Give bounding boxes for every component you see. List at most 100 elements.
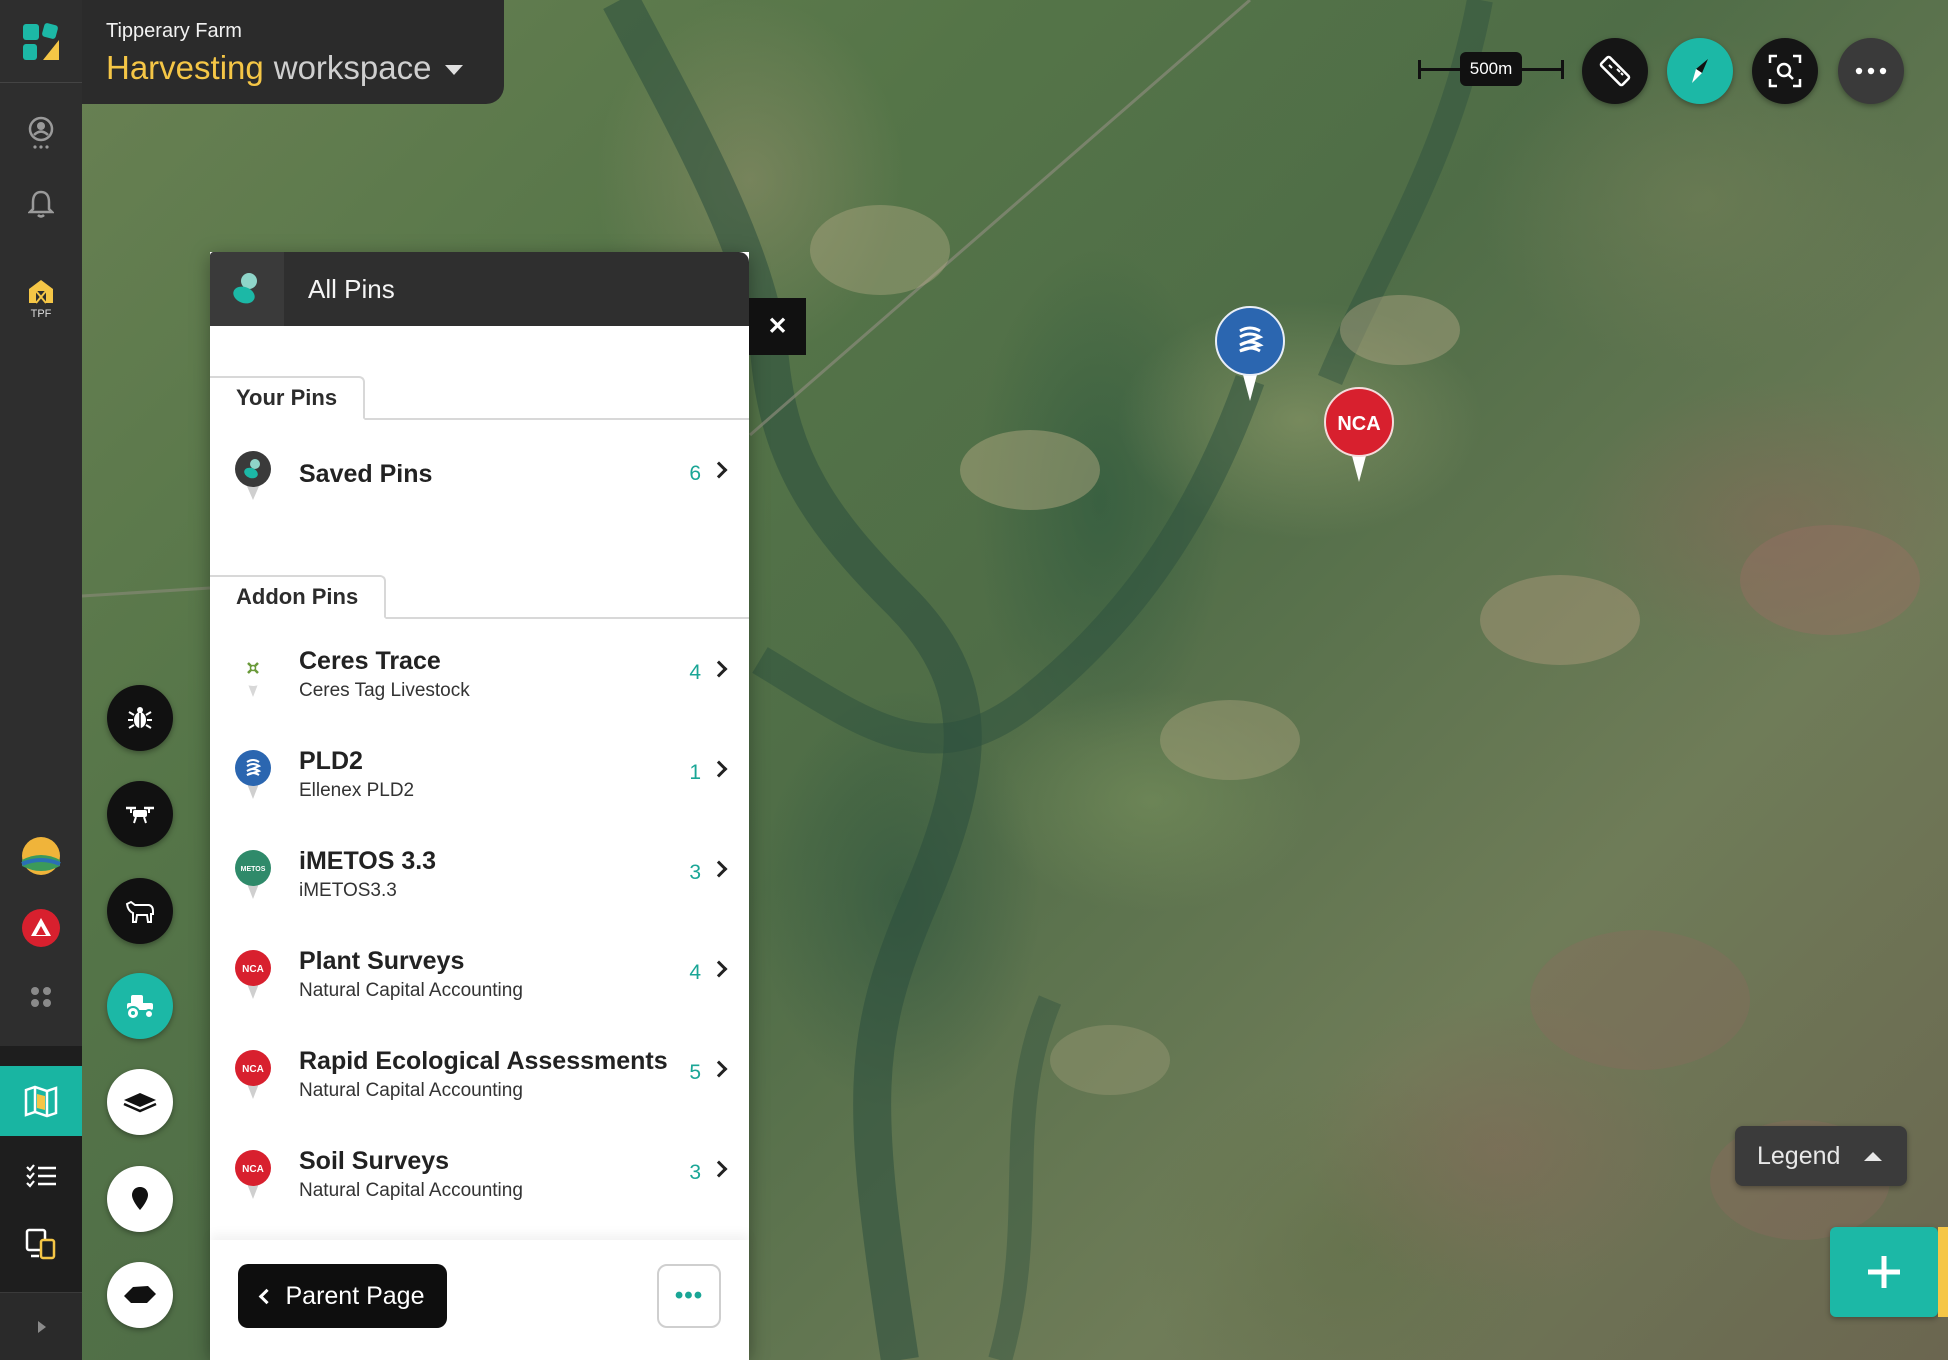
panel-footer: Parent Page ••• xyxy=(210,1240,749,1360)
pin-count: 1 xyxy=(689,761,701,784)
pin-group-subtitle: Ellenex PLD2 xyxy=(299,780,415,801)
list-view-button[interactable] xyxy=(0,1146,82,1206)
chevron-right-icon xyxy=(710,1060,728,1078)
nca-icon: NCA xyxy=(235,1050,271,1099)
map-view-button[interactable] xyxy=(0,1066,82,1136)
more-map-options-button[interactable] xyxy=(1838,38,1904,104)
addon-pins-tabbar: Addon Pins xyxy=(210,575,749,619)
nca-badge-text: NCA xyxy=(242,1164,264,1175)
saved-pins-icon xyxy=(235,451,271,500)
list-item-rapid-ecological-assessments[interactable]: NCA Rapid Ecological Assessments Natural… xyxy=(210,1033,749,1113)
pin-group-subtitle: Natural Capital Accounting xyxy=(299,1080,523,1101)
list-item-imetos[interactable]: METOS iMETOS 3.3 iMETOS3.3 3 xyxy=(210,833,749,913)
farm-switcher-button[interactable]: TPF xyxy=(0,270,82,326)
pins-panel-icon-box xyxy=(210,252,284,326)
pld2-icon xyxy=(235,750,271,799)
notifications-button[interactable] xyxy=(0,182,82,226)
map-marker-nca[interactable]: NCA xyxy=(1323,386,1395,486)
nca-badge-text: NCA xyxy=(242,1064,264,1075)
measure-button[interactable] xyxy=(1582,38,1648,104)
pld2-marker-icon xyxy=(1215,306,1285,401)
chevron-right-icon xyxy=(710,1160,728,1178)
nca-icon: NCA xyxy=(235,1150,271,1199)
chevron-right-icon xyxy=(710,660,728,678)
pests-layer-button[interactable] xyxy=(107,685,173,751)
paddock-shape-icon xyxy=(124,1286,156,1303)
layers-button[interactable] xyxy=(107,1069,173,1135)
chevron-right-icon xyxy=(710,461,728,479)
tab-addon-pins[interactable]: Addon Pins xyxy=(210,575,387,619)
bell-icon xyxy=(28,190,54,218)
layers-icon xyxy=(123,1093,157,1113)
chevron-right-icon xyxy=(710,960,728,978)
devices-icon xyxy=(25,1228,56,1260)
zoom-extent-button[interactable] xyxy=(1752,38,1818,104)
pins-icon xyxy=(233,273,257,304)
chevron-right-icon xyxy=(710,860,728,878)
list-item-saved-pins[interactable]: Saved Pins 6 xyxy=(210,434,749,514)
your-pins-tabbar: Your Pins xyxy=(210,376,749,420)
account-icon xyxy=(28,116,54,149)
map-scale-bar: 500m xyxy=(1418,52,1564,86)
boundaries-button[interactable] xyxy=(107,1262,173,1328)
pin-count: 3 xyxy=(689,861,701,884)
bug-icon xyxy=(128,707,152,729)
app-logo[interactable] xyxy=(21,22,61,62)
scale-tick-right xyxy=(1561,60,1564,79)
pin-group-name: Rapid Ecological Assessments xyxy=(299,1047,668,1075)
livestock-layer-button[interactable] xyxy=(107,878,173,944)
expand-rail-button[interactable] xyxy=(0,1292,82,1360)
expand-arrow-icon xyxy=(38,1321,46,1333)
devices-view-button[interactable] xyxy=(0,1214,82,1274)
account-button[interactable] xyxy=(0,108,82,158)
pin-group-subtitle: Natural Capital Accounting xyxy=(299,1180,523,1201)
pins-panel: All Pins Your Pins Saved Pins 6 Addon Pi… xyxy=(210,252,749,1360)
sunrise-app-button[interactable] xyxy=(0,836,82,876)
machinery-layer-button[interactable] xyxy=(107,973,173,1039)
pins-button[interactable] xyxy=(107,1166,173,1232)
legend-label: Legend xyxy=(1757,1141,1841,1170)
legend-toggle[interactable]: Legend xyxy=(1735,1126,1907,1186)
drone-icon xyxy=(126,806,154,824)
farm-badge-label: TPF xyxy=(30,307,52,320)
rail-view-section xyxy=(0,1046,82,1292)
marker-nca-label: NCA xyxy=(1337,413,1380,435)
chevron-down-icon[interactable] xyxy=(445,65,464,75)
chevron-left-icon xyxy=(258,1288,274,1304)
pin-count: 4 xyxy=(689,961,701,984)
tab-your-pins[interactable]: Your Pins xyxy=(210,376,366,420)
more-apps-button[interactable] xyxy=(0,982,82,1012)
scale-tick-left xyxy=(1418,60,1421,79)
nca-marker-icon: NCA xyxy=(1324,387,1394,482)
grid-dots-icon xyxy=(31,987,51,1007)
pin-group-subtitle: iMETOS3.3 xyxy=(299,880,397,901)
farm-house-icon xyxy=(29,279,53,304)
pin-count: 3 xyxy=(689,1161,701,1184)
workspace-title: Harvesting workspace xyxy=(106,49,480,87)
ceres-icon xyxy=(235,650,271,697)
pin-group-name: Ceres Trace xyxy=(299,647,441,675)
pin-group-name: Plant Surveys xyxy=(299,947,465,975)
compass-button[interactable] xyxy=(1667,38,1733,104)
workspace-selector[interactable]: Tipperary Farm Harvesting workspace xyxy=(82,0,504,104)
ruler-icon xyxy=(1599,55,1631,87)
list-item-pld2[interactable]: PLD2 Ellenex PLD2 1 xyxy=(210,733,749,813)
pin-count: 6 xyxy=(689,462,701,485)
list-item-ceres-trace[interactable]: Ceres Trace Ceres Tag Livestock 4 xyxy=(210,633,749,713)
alert-app-button[interactable] xyxy=(0,908,82,948)
list-item-soil-surveys[interactable]: NCA Soil Surveys Natural Capital Account… xyxy=(210,1133,749,1213)
list-item-plant-surveys[interactable]: NCA Plant Surveys Natural Capital Accoun… xyxy=(210,933,749,1013)
sunrise-app-icon xyxy=(21,837,61,875)
panel-more-button[interactable]: ••• xyxy=(657,1264,721,1328)
add-button[interactable] xyxy=(1830,1227,1938,1317)
parent-page-button[interactable]: Parent Page xyxy=(238,1264,447,1328)
panel-header: All Pins xyxy=(210,252,749,326)
pin-group-subtitle: Natural Capital Accounting xyxy=(299,980,523,1001)
drone-layer-button[interactable] xyxy=(107,781,173,847)
chevron-up-icon xyxy=(1864,1151,1883,1161)
more-dots-icon xyxy=(1855,67,1887,75)
pin-group-name: PLD2 xyxy=(299,747,363,775)
map-marker-pld2[interactable] xyxy=(1214,305,1286,405)
pin-count: 5 xyxy=(689,1061,701,1084)
close-panel-button[interactable]: ✕ xyxy=(749,298,806,355)
